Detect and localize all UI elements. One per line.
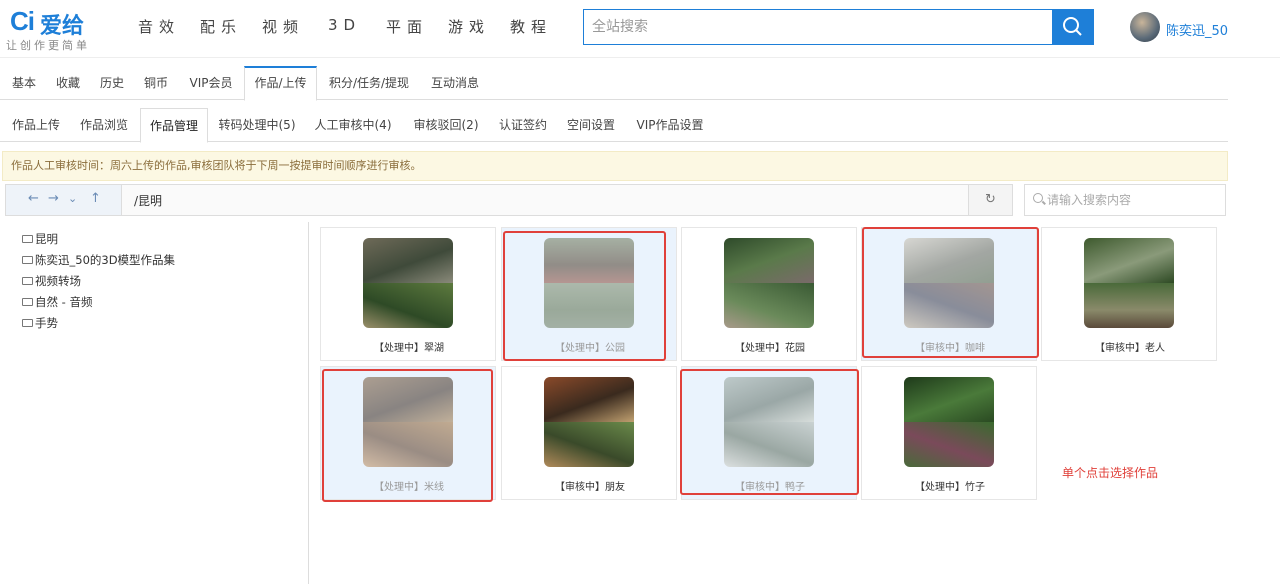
folder-icon <box>22 298 33 306</box>
refresh-icon: ↻ <box>985 192 996 207</box>
tab-certification[interactable]: 认证签约 <box>492 108 554 142</box>
work-thumbnail <box>544 377 634 467</box>
username[interactable]: 陈奕迅_50 <box>1166 20 1228 39</box>
tab-history[interactable]: 历史 <box>92 66 132 100</box>
tab-reviewing[interactable]: 人工审核中(4) <box>306 108 400 142</box>
tree-item-label: 陈奕迅_50的3D模型作品集 <box>35 253 176 267</box>
selection-highlight <box>503 231 666 361</box>
selection-highlight <box>680 369 859 495</box>
folder-icon <box>22 277 33 285</box>
work-caption: 【审核中】朋友 <box>555 482 625 493</box>
selection-hint: 单个点击选择作品 <box>1062 466 1159 480</box>
magnifier-icon <box>1033 193 1043 203</box>
review-notice: 作品人工审核时间：周六上传的作品,审核团队将于下周一按提审时间顺序进行审核。 <box>2 151 1228 181</box>
sub-tabs: 作品上传 作品浏览 作品管理 转码处理中(5) 人工审核中(4) 审核驳回(2)… <box>0 108 1228 143</box>
tab-points-tasks[interactable]: 积分/任务/提现 <box>320 66 418 100</box>
work-caption: 【审核中】老人 <box>1095 343 1165 354</box>
tab-manage[interactable]: 作品管理 <box>140 108 208 143</box>
tab-space-settings[interactable]: 空间设置 <box>558 108 624 142</box>
tree-item[interactable]: 陈奕迅_50的3D模型作品集 <box>22 252 175 268</box>
site-search-input[interactable] <box>584 10 1052 44</box>
tab-vip[interactable]: VIP会员 <box>180 66 242 100</box>
site-search <box>583 9 1094 45</box>
tree-item[interactable]: 昆明 <box>22 231 58 247</box>
logo-slogan: 让创作更简单 <box>6 39 90 52</box>
selection-highlight <box>322 369 493 502</box>
path-bar: ← → ⌄ ↑ /昆明 ↻ <box>5 184 1013 216</box>
work-card[interactable]: 【处理中】竹子 <box>861 366 1037 500</box>
work-card[interactable]: 【审核中】朋友 <box>501 366 677 500</box>
search-button[interactable] <box>1052 10 1093 44</box>
logo-mark: Ci <box>10 6 35 36</box>
tree-item-label: 视频转场 <box>35 274 81 288</box>
nav-item-game[interactable]: 游戏 <box>448 16 490 37</box>
nav-item-sound-effects[interactable]: 音效 <box>138 16 180 37</box>
work-caption: 【处理中】翠湖 <box>374 343 444 354</box>
folder-search <box>1024 184 1226 216</box>
tab-favorites[interactable]: 收藏 <box>48 66 88 100</box>
nav-item-video[interactable]: 视频 <box>262 16 304 37</box>
tab-messages[interactable]: 互动消息 <box>422 66 488 100</box>
work-card[interactable]: 【处理中】翠湖 <box>320 227 496 361</box>
work-thumbnail <box>724 238 814 328</box>
chevron-down-icon[interactable]: ⌄ <box>68 192 77 205</box>
work-card[interactable]: 【处理中】花园 <box>681 227 857 361</box>
work-thumbnail <box>1084 238 1174 328</box>
nav-item-3d[interactable]: 3D <box>328 16 361 34</box>
work-caption: 【处理中】花园 <box>735 343 805 354</box>
tab-browse[interactable]: 作品浏览 <box>72 108 136 142</box>
search-icon <box>1063 17 1082 36</box>
folder-icon <box>22 319 33 327</box>
top-header: Ci 爱给 让创作更简单 音效 配乐 视频 3D 平面 游戏 教程 陈奕迅_50 <box>0 0 1280 58</box>
tab-coins[interactable]: 铜币 <box>136 66 176 100</box>
nav-item-tutorial[interactable]: 教程 <box>510 16 552 37</box>
tab-basic[interactable]: 基本 <box>4 66 44 100</box>
back-arrow-icon[interactable]: ← <box>28 191 39 206</box>
nav-item-graphic[interactable]: 平面 <box>386 16 428 37</box>
forward-arrow-icon[interactable]: → <box>48 191 59 206</box>
tab-works-upload[interactable]: 作品/上传 <box>244 66 317 101</box>
selection-highlight <box>862 227 1039 358</box>
work-thumbnail <box>363 238 453 328</box>
work-caption: 【处理中】竹子 <box>915 482 985 493</box>
path-nav-buttons: ← → ⌄ ↑ <box>6 185 122 215</box>
tree-item[interactable]: 自然 - 音频 <box>22 294 92 310</box>
main-tabs: 基本 收藏 历史 铜币 VIP会员 作品/上传 积分/任务/提现 互动消息 <box>0 66 1228 101</box>
tab-transcoding[interactable]: 转码处理中(5) <box>212 108 302 142</box>
work-thumbnail <box>904 377 994 467</box>
tree-item-label: 手势 <box>35 316 58 330</box>
tree-item-label: 自然 - 音频 <box>35 295 93 309</box>
refresh-button[interactable]: ↻ <box>968 185 1012 215</box>
folder-icon <box>22 235 33 243</box>
logo-text: 爱给 <box>40 14 85 39</box>
tree-item-label: 昆明 <box>35 232 58 246</box>
nav-item-music[interactable]: 配乐 <box>200 16 242 37</box>
tab-upload[interactable]: 作品上传 <box>4 108 68 142</box>
site-logo[interactable]: Ci 爱给 让创作更简单 <box>6 6 110 54</box>
folder-icon <box>22 256 33 264</box>
folder-search-input[interactable] <box>1047 185 1223 215</box>
folder-tree: 昆明 陈奕迅_50的3D模型作品集 视频转场 自然 - 音频 手势 <box>0 222 309 584</box>
current-path[interactable]: /昆明 <box>134 192 162 209</box>
tab-vip-settings[interactable]: VIP作品设置 <box>628 108 712 142</box>
avatar[interactable] <box>1130 12 1160 42</box>
tab-rejected[interactable]: 审核驳回(2) <box>404 108 488 142</box>
tree-item[interactable]: 手势 <box>22 315 58 331</box>
up-arrow-icon[interactable]: ↑ <box>90 191 101 206</box>
tree-item[interactable]: 视频转场 <box>22 273 81 289</box>
work-card[interactable]: 【审核中】老人 <box>1041 227 1217 361</box>
